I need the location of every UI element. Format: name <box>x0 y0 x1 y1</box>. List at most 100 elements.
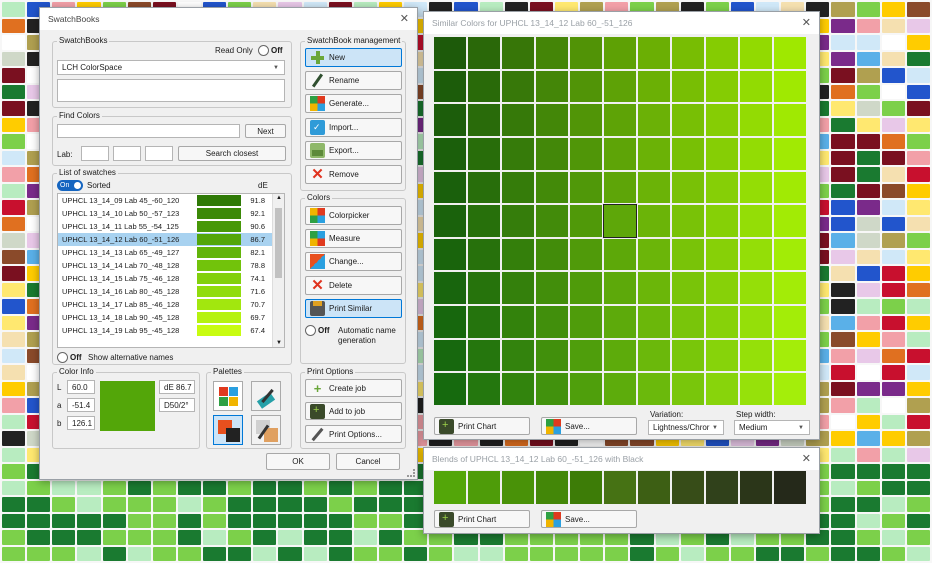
list-item[interactable]: UPHCL 13_14_13 Lab 65_-49_127 82.1 <box>58 246 284 259</box>
similar-color-cell[interactable] <box>502 373 534 405</box>
similar-color-cell[interactable] <box>502 238 534 271</box>
similar-color-cell[interactable] <box>570 205 602 237</box>
similar-color-cell[interactable] <box>434 339 466 372</box>
l-value[interactable]: 60.0 <box>67 380 95 394</box>
similar-color-cell[interactable] <box>570 272 602 305</box>
similar-color-cell[interactable] <box>604 306 636 338</box>
similar-color-cell[interactable] <box>638 104 670 136</box>
similar-color-cell[interactable] <box>672 238 704 271</box>
similar-color-cell[interactable] <box>570 339 602 372</box>
similar-color-cell[interactable] <box>434 272 466 305</box>
similar-color-cell[interactable] <box>536 137 568 170</box>
similar-color-cell[interactable] <box>706 339 738 372</box>
similar-color-cell[interactable] <box>502 171 534 204</box>
similar-color-cell[interactable] <box>570 70 602 103</box>
list-item[interactable]: UPHCL 13_14_15 Lab 75_-46_128 74.1 <box>58 272 284 285</box>
similar-color-cell[interactable] <box>468 339 500 372</box>
scroll-down-icon[interactable]: ▼ <box>276 340 282 346</box>
new-button[interactable]: New <box>305 48 402 67</box>
export-button[interactable]: Export... <box>305 141 402 160</box>
similar-color-cell[interactable] <box>468 306 500 338</box>
similar-color-cell[interactable] <box>774 70 806 103</box>
list-scrollbar[interactable]: ▲ ▼ <box>272 194 284 347</box>
alt-names-toggle[interactable] <box>57 352 68 363</box>
lab-a-input[interactable] <box>113 146 141 161</box>
similar-color-cell[interactable] <box>434 37 466 69</box>
similar-color-cell[interactable] <box>638 306 670 338</box>
similar-color-cell[interactable] <box>570 306 602 338</box>
similar-color-cell[interactable] <box>502 137 534 170</box>
palette-edit-icon[interactable] <box>251 415 281 445</box>
similar-color-cell[interactable] <box>468 37 500 69</box>
read-only-toggle[interactable] <box>258 45 269 56</box>
list-item[interactable]: UPHCL 13_14_19 Lab 95_-45_128 67.4 <box>58 324 284 337</box>
save-button[interactable]: Save... <box>541 417 637 435</box>
similar-color-cell[interactable] <box>502 205 534 237</box>
similar-color-cell[interactable] <box>774 205 806 237</box>
similar-color-cell[interactable] <box>740 205 772 237</box>
similar-color-cell[interactable] <box>536 373 568 405</box>
similar-color-cell[interactable] <box>604 373 636 405</box>
blend-swatch[interactable] <box>706 471 738 504</box>
scroll-thumb[interactable] <box>275 208 282 278</box>
print-similar-button[interactable]: Print Similar <box>305 299 402 318</box>
change-button[interactable]: Change... <box>305 252 402 271</box>
close-icon[interactable]: ✕ <box>400 8 409 30</box>
palette-brush-icon[interactable] <box>251 381 281 411</box>
list-item[interactable]: UPHCL 13_14_17 Lab 85_-46_128 70.7 <box>58 298 284 311</box>
similar-color-cell[interactable] <box>740 373 772 405</box>
similar-color-cell[interactable] <box>434 70 466 103</box>
similar-color-cell[interactable] <box>536 238 568 271</box>
blend-swatch[interactable] <box>604 471 636 504</box>
similar-color-cell[interactable] <box>604 272 636 305</box>
blend-swatch[interactable] <box>672 471 704 504</box>
swatchbook-description[interactable] <box>57 79 285 102</box>
lab-b-input[interactable] <box>145 146 173 161</box>
similar-color-cell[interactable] <box>536 205 568 237</box>
blend-swatch-row[interactable] <box>434 471 806 504</box>
create-job-button[interactable]: + Create job <box>305 379 402 397</box>
similar-color-grid[interactable] <box>434 37 806 405</box>
similar-color-cell[interactable] <box>468 104 500 136</box>
list-item[interactable]: UPHCL 13_14_11 Lab 55_-54_125 90.6 <box>58 220 284 233</box>
similar-color-cell[interactable] <box>570 373 602 405</box>
similar-color-cell[interactable] <box>672 272 704 305</box>
rename-button[interactable]: Rename <box>305 71 402 90</box>
similar-color-cell[interactable] <box>434 205 466 237</box>
similar-color-cell[interactable] <box>638 137 670 170</box>
similar-color-cell[interactable] <box>672 339 704 372</box>
similar-color-cell[interactable] <box>774 37 806 69</box>
ok-button[interactable]: OK <box>266 453 330 470</box>
similar-color-cell[interactable] <box>603 204 637 238</box>
resize-grip-icon[interactable] <box>407 469 415 477</box>
list-item[interactable]: UPHCL 13_14_10 Lab 50_-57_123 92.1 <box>58 207 284 220</box>
similar-color-cell[interactable] <box>706 171 738 204</box>
b-value[interactable]: 126.1 <box>67 416 95 430</box>
similar-color-cell[interactable] <box>468 171 500 204</box>
similar-color-cell[interactable] <box>706 272 738 305</box>
similar-color-cell[interactable] <box>706 205 738 237</box>
swatch-list[interactable]: UPHCL 13_14_09 Lab 45_-60_120 91.8 UPHCL 1… <box>57 193 285 348</box>
list-item[interactable]: UPHCL 13_14_12 Lab 60_-51_126 86.7 <box>58 233 284 246</box>
similar-color-cell[interactable] <box>638 171 670 204</box>
similar-color-cell[interactable] <box>638 272 670 305</box>
cancel-button[interactable]: Cancel <box>336 453 400 470</box>
similar-color-cell[interactable] <box>570 137 602 170</box>
palette-compare-icon[interactable] <box>213 415 243 445</box>
similar-color-cell[interactable] <box>570 104 602 136</box>
blend-swatch[interactable] <box>570 471 602 504</box>
blend-swatch[interactable] <box>638 471 670 504</box>
lab-l-input[interactable] <box>81 146 109 161</box>
similar-color-cell[interactable] <box>434 137 466 170</box>
similar-color-cell[interactable] <box>536 306 568 338</box>
similar-color-cell[interactable] <box>502 37 534 69</box>
blend-swatch[interactable] <box>502 471 534 504</box>
similar-color-cell[interactable] <box>672 205 704 237</box>
similar-color-cell[interactable] <box>740 70 772 103</box>
similar-color-cell[interactable] <box>536 70 568 103</box>
blend-swatch[interactable] <box>468 471 500 504</box>
similar-color-cell[interactable] <box>774 238 806 271</box>
similar-color-cell[interactable] <box>536 171 568 204</box>
similar-color-cell[interactable] <box>604 339 636 372</box>
similar-color-cell[interactable] <box>502 70 534 103</box>
